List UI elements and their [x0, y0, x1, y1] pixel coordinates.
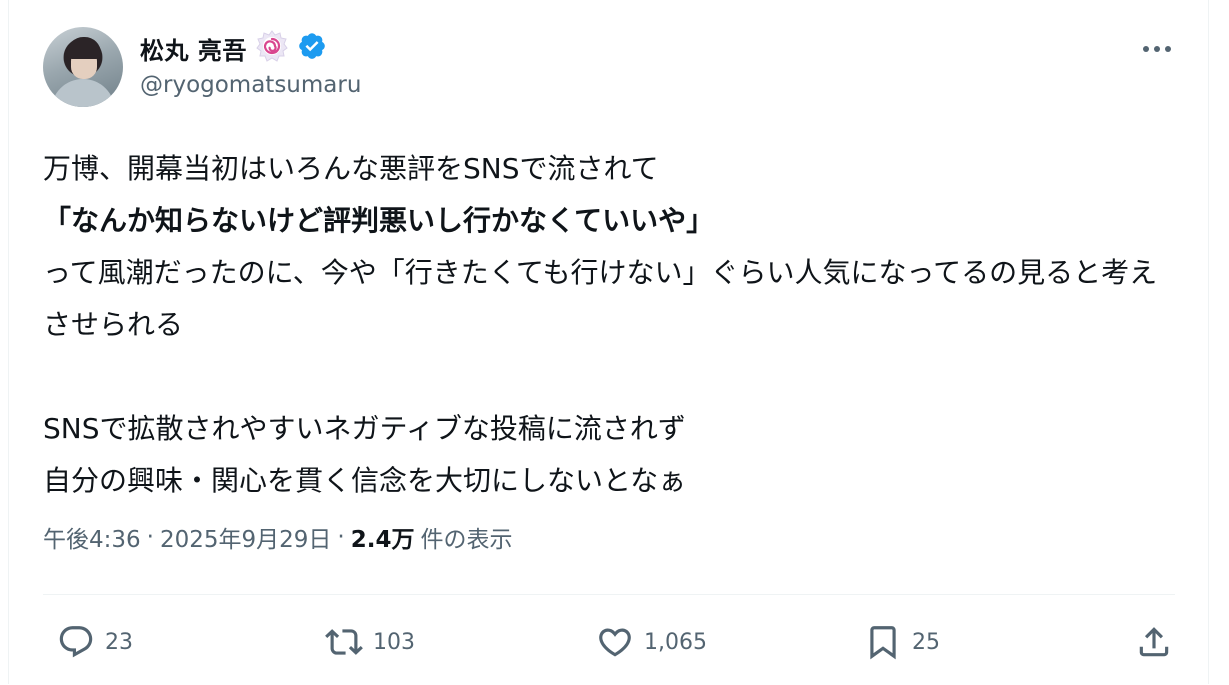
- tweet-line: SNSで拡散されやすいネガティブな投稿に流されず: [43, 412, 686, 445]
- like-button[interactable]: 1,065: [596, 618, 707, 666]
- more-icon[interactable]: [1139, 38, 1175, 60]
- tweet-time[interactable]: 午後4:36: [43, 520, 141, 554]
- meta-separator: ·: [146, 524, 154, 550]
- meta-separator: ·: [337, 524, 345, 550]
- tweet-line-bold: 「なんか知らないけど評判悪いし行かなくていいや」: [43, 204, 715, 237]
- retweet-button[interactable]: 103: [325, 618, 415, 666]
- tweet-line: 自分の興味・関心を貫く信念を大切にしないとなぁ: [43, 464, 687, 497]
- reply-button[interactable]: 23: [57, 618, 133, 666]
- bookmark-button[interactable]: 25: [864, 618, 940, 666]
- avatar[interactable]: [43, 27, 123, 107]
- bookmark-count: 25: [912, 629, 940, 655]
- like-icon: [599, 628, 631, 657]
- bookmark-icon: [870, 626, 896, 660]
- views-label: 件の表示: [420, 527, 513, 553]
- reply-count: 23: [105, 629, 133, 655]
- affiliate-badge-icon[interactable]: [255, 29, 289, 67]
- divider: [43, 594, 1175, 595]
- author-handle[interactable]: @ryogomatsumaru: [140, 72, 361, 98]
- share-button[interactable]: [1135, 618, 1173, 666]
- tweet-line: って風潮だったのに、今や「行きたくても行けない」ぐらい人気になってるの見ると考え…: [43, 256, 1158, 341]
- avatar-hair: [67, 37, 101, 59]
- tweet-body: 万博、開幕当初はいろんな悪評をSNSで流されて 「なんか知らないけど評判悪いし行…: [43, 143, 1183, 507]
- avatar-shoulders: [51, 79, 115, 107]
- like-count: 1,065: [644, 629, 707, 655]
- reply-icon: [59, 626, 93, 658]
- retweet-icon: [325, 629, 363, 655]
- retweet-count: 103: [373, 629, 415, 655]
- author-name-row: 松丸 亮吾: [140, 29, 327, 67]
- share-icon: [1139, 627, 1169, 657]
- display-name[interactable]: 松丸 亮吾: [140, 31, 247, 66]
- verified-badge-icon[interactable]: [297, 31, 327, 65]
- tweet-card: 松丸 亮吾 @ryogomatsumaru 万博、開幕当初はいろんな悪評をSNS…: [8, 0, 1209, 684]
- views-count: 2.4万: [350, 527, 415, 553]
- tweet-meta: 午後4:36 · 2025年9月29日 · 2.4万 件の表示: [43, 520, 512, 554]
- action-bar: 23 103 1,065 25: [43, 618, 1175, 666]
- tweet-date[interactable]: 2025年9月29日: [160, 520, 331, 554]
- tweet-line: 万博、開幕当初はいろんな悪評をSNSで流されて: [43, 152, 659, 185]
